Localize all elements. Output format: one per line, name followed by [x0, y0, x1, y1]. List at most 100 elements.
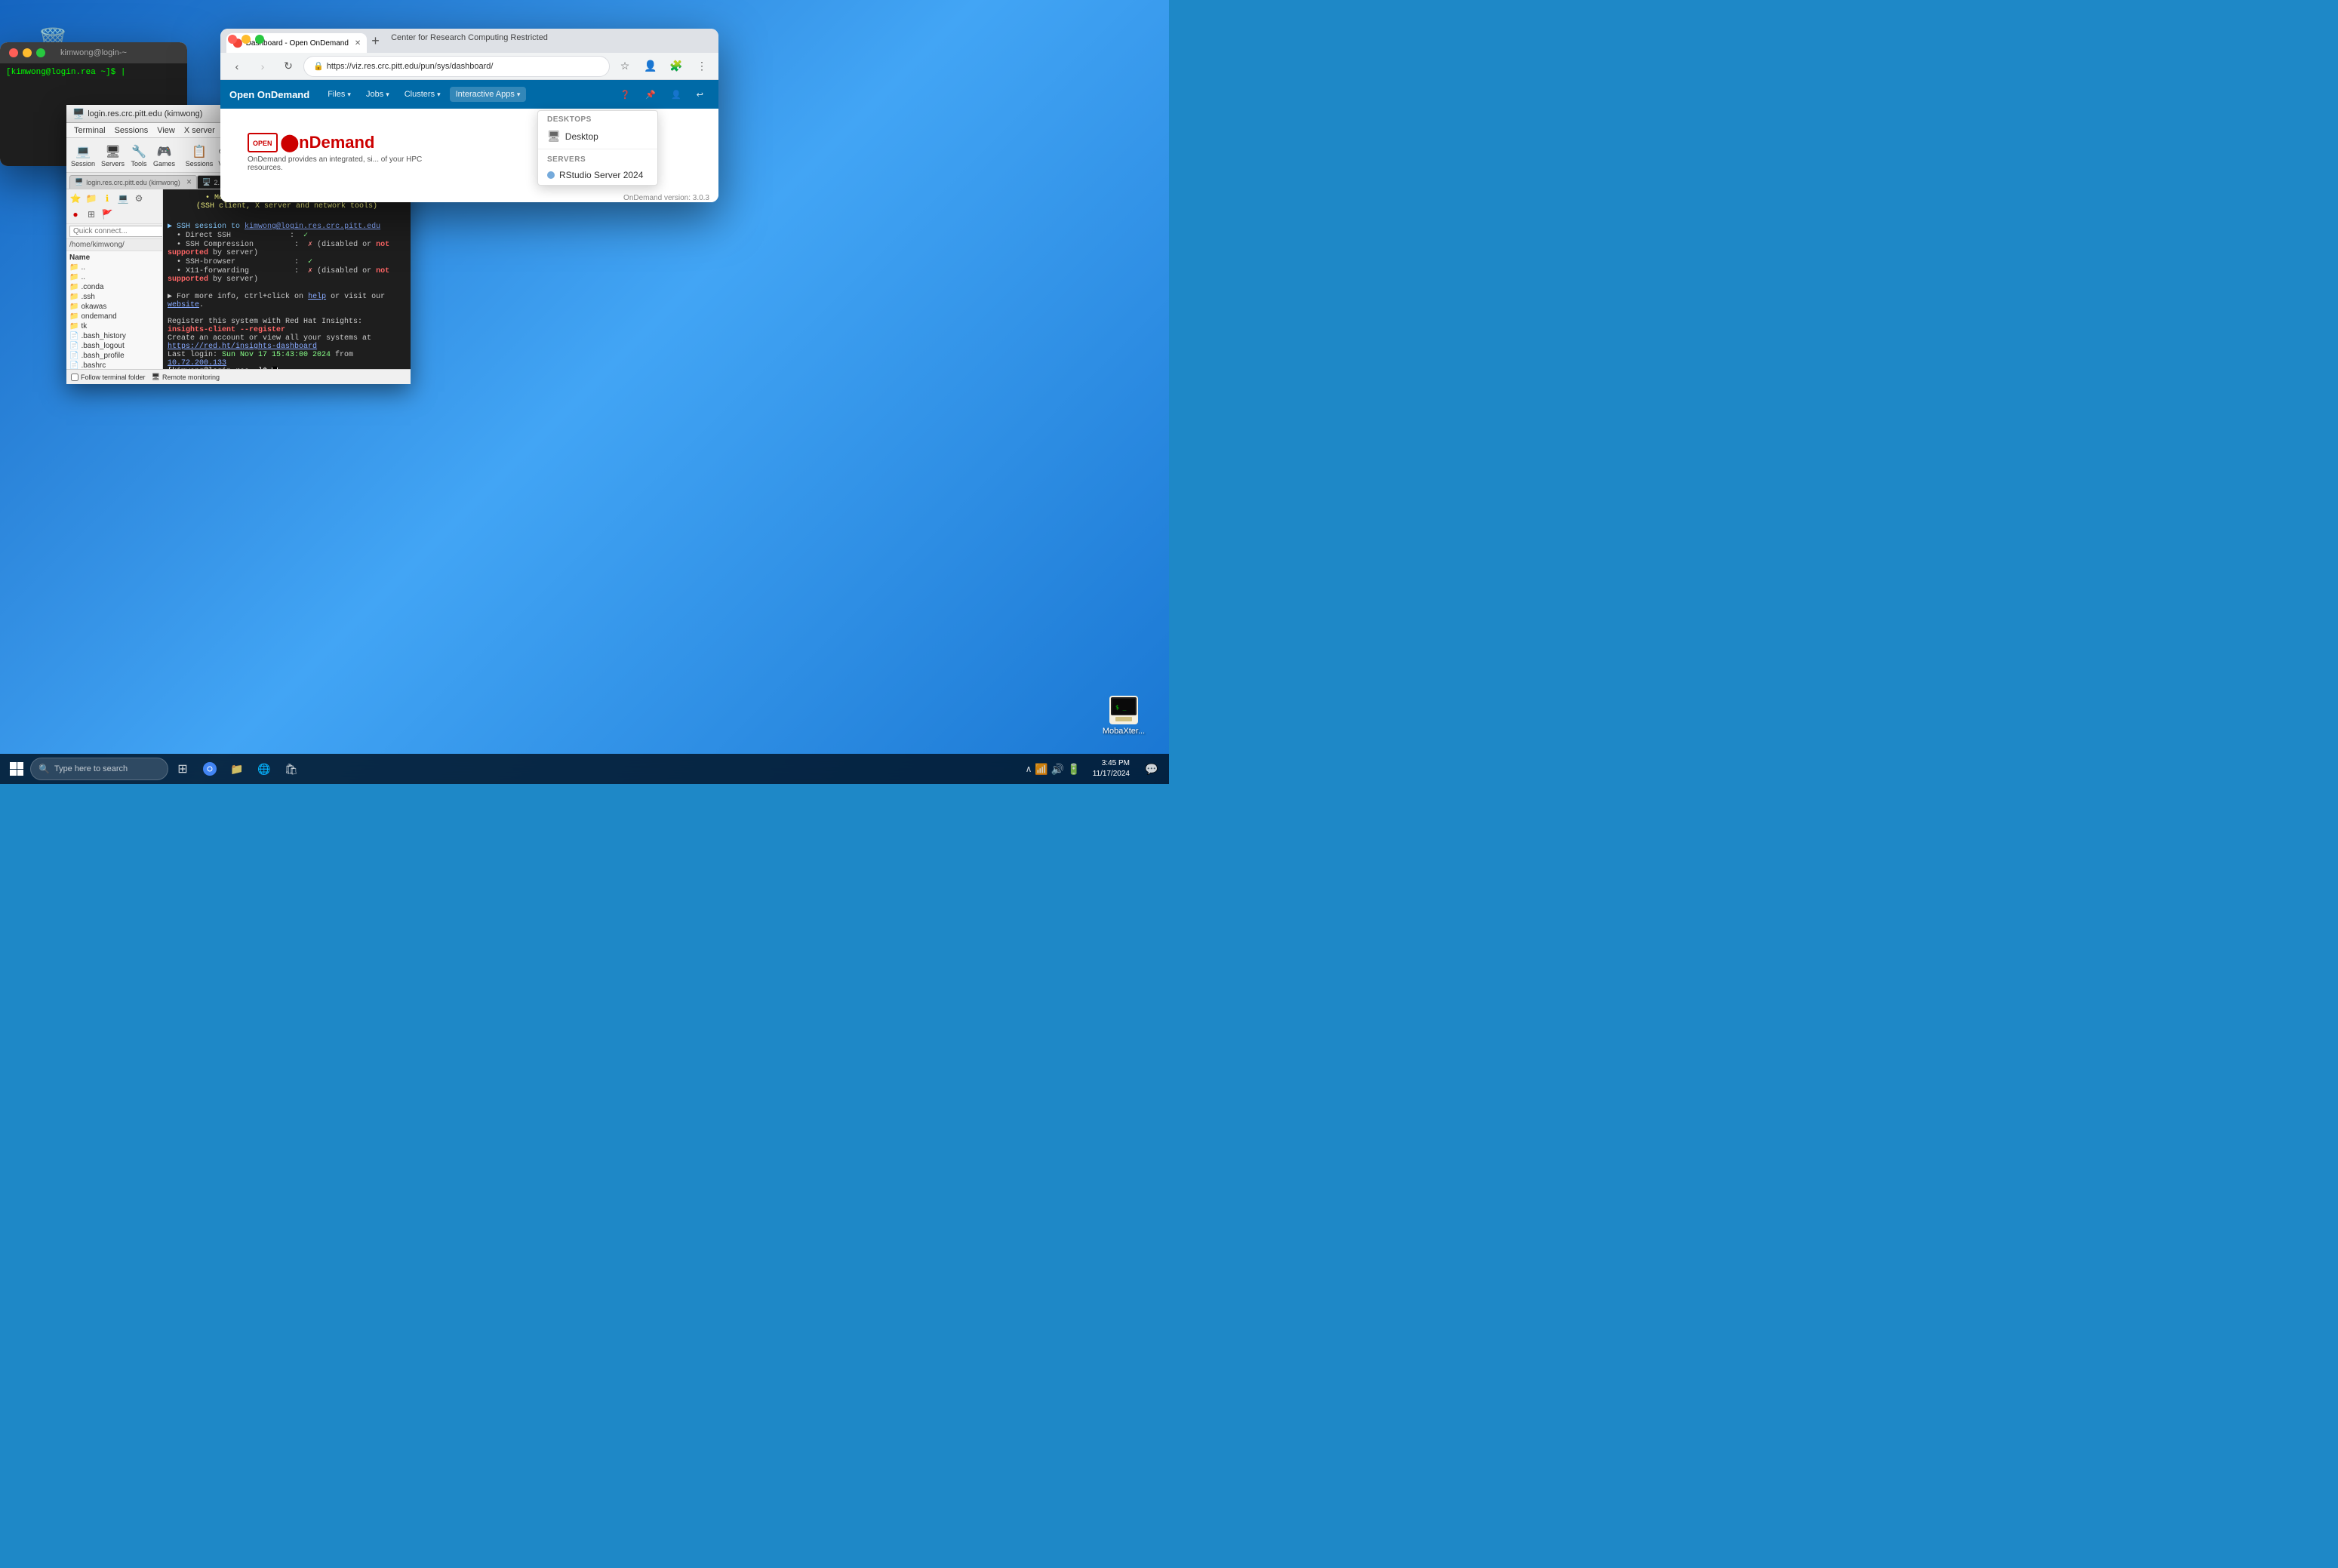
notification-btn[interactable]: 💬 [1139, 756, 1164, 782]
nav-gear-icon[interactable]: ⚙ [131, 191, 146, 206]
forward-btn[interactable]: › [252, 56, 273, 77]
toolbar-sessions[interactable]: 📋 Sessions [186, 142, 213, 169]
profile-icon[interactable]: 👤 [640, 56, 661, 77]
ood-logo-row: OPEN ⬤nDemand [248, 133, 374, 152]
bookmark-icon[interactable]: ☆ [614, 56, 635, 77]
remote-monitoring-label[interactable]: 🖥 Remote monitoring [152, 373, 220, 381]
remote-monitoring-text: Remote monitoring [162, 374, 220, 381]
terminal-small-buttons [9, 48, 45, 57]
nav-pin-btn[interactable]: 📌 [639, 87, 662, 103]
toolbar-session-label: Session [71, 160, 95, 168]
toolbar-games[interactable]: 🎮 Games [152, 142, 177, 169]
tree-item-conda[interactable]: 📁.conda [68, 282, 161, 292]
desktop-label: Desktop [565, 131, 598, 142]
taskbar-edge-btn[interactable]: 🌐 [251, 756, 277, 782]
terminal-x11: • X11-forwarding : ✗ (disabled or not su… [168, 266, 406, 284]
tree-item-cache[interactable]: 📁.. [68, 272, 161, 282]
menu-xserver[interactable]: X server [180, 123, 220, 137]
taskbar-clock[interactable]: 3:45 PM 11/17/2024 [1087, 758, 1136, 779]
taskbar-store-btn[interactable]: 🛍 [278, 756, 304, 782]
ood-logo-section: OPEN ⬤nDemand OnDemand provides an integ… [248, 133, 459, 172]
tree-item-ondemand[interactable]: 📁ondemand [68, 312, 161, 321]
follow-terminal-label[interactable]: Follow terminal folder [71, 374, 146, 381]
moba-tab-1[interactable]: 🖥️ login.res.crc.pitt.edu (kimwong) ✕ [69, 175, 197, 189]
more-icon[interactable]: ⋮ [691, 56, 712, 77]
toolbar-servers[interactable]: 🖥 Servers [100, 142, 126, 169]
terminal-direct-ssh: • Direct SSH : ✓ [168, 231, 406, 240]
nav-info-icon[interactable]: ℹ [100, 191, 115, 206]
nav-star-icon[interactable]: ⭐ [68, 191, 83, 206]
refresh-btn[interactable]: ↻ [278, 56, 299, 77]
nav-terminal-icon[interactable]: 💻 [115, 191, 131, 206]
back-btn[interactable]: ‹ [226, 56, 248, 77]
taskbar-chrome-btn[interactable] [197, 756, 223, 782]
moba-file-tree[interactable]: Name 📁.. 📁.. 📁.conda 📁.ssh [66, 251, 162, 369]
menu-view[interactable]: View [152, 123, 180, 137]
menu-terminal[interactable]: Terminal [69, 123, 110, 137]
interactive-apps-arrow: ▾ [517, 91, 521, 99]
sidebar-nav-icons: ⭐ 📁 ℹ 💻 ⚙ ● ⊞ 🚩 [66, 189, 162, 224]
tree-item-bash-logout[interactable]: 📄.bash_logout [68, 341, 161, 351]
nav-grid-icon[interactable]: ⊞ [84, 207, 99, 222]
start-button[interactable] [5, 757, 29, 781]
address-bar[interactable]: 🔒 https://viz.res.crc.pitt.edu/pun/sys/d… [303, 56, 610, 77]
nav-jobs[interactable]: Jobs ▾ [360, 87, 395, 102]
chevron-up-icon[interactable]: ∧ [1026, 764, 1032, 774]
nav-folder-icon[interactable]: 📁 [84, 191, 99, 206]
mobaxterm-desktop-icon[interactable]: $ _ MobaXter... [1094, 692, 1154, 739]
task-view-btn[interactable]: ⊞ [170, 756, 195, 782]
tree-item-okawas[interactable]: 📁okawas [68, 302, 161, 312]
tree-item-tk[interactable]: 📁tk [68, 321, 161, 331]
browser-maximize-btn[interactable] [255, 35, 264, 44]
moba-terminal[interactable]: • MobaXterm Personal Edition v24.3 • (SS… [163, 189, 411, 369]
moba-home-path: /home/kimwong/ [66, 239, 162, 251]
taskbar-files-btn[interactable]: 📁 [224, 756, 250, 782]
servers-icon: 🖥 [105, 143, 122, 160]
tab-1-favicon: 🖥️ [75, 178, 83, 186]
volume-icon: 🔊 [1051, 763, 1064, 776]
extension-icon[interactable]: 🧩 [666, 56, 687, 77]
wifi-icon: 📶 [1035, 763, 1047, 776]
taskbar: 🔍 Type here to search ⊞ 📁 🌐 🛍 ∧ [0, 754, 1169, 784]
servers-section-label: Servers [538, 151, 657, 165]
nav-clusters[interactable]: Clusters ▾ [398, 87, 447, 102]
tree-item-bashrc[interactable]: 📄.bashrc [68, 361, 161, 369]
toolbar-sessions-label: Sessions [186, 160, 214, 168]
toolbar-session[interactable]: 💻 Session [69, 142, 97, 169]
browser-window-title: Center for Research Computing Restricted [391, 33, 548, 42]
tab-close-icon[interactable]: ✕ [355, 39, 361, 48]
nav-red-dot-icon[interactable]: ● [68, 207, 83, 222]
tree-item-bash-profile[interactable]: 📄.bash_profile [68, 351, 161, 361]
terminal-minimize-btn[interactable] [23, 48, 32, 57]
browser-minimize-btn[interactable] [241, 35, 251, 44]
quick-connect-input[interactable] [69, 226, 163, 237]
browser-close-btn[interactable] [228, 35, 237, 44]
follow-terminal-checkbox[interactable] [71, 374, 78, 381]
terminal-maximize-btn[interactable] [36, 48, 45, 57]
nav-logout-btn[interactable]: ↩ [691, 87, 709, 103]
tree-item-ssh[interactable]: 📁.ssh [68, 292, 161, 302]
nav-files[interactable]: Files ▾ [321, 87, 357, 102]
ood-open-text: OPEN [253, 140, 272, 147]
terminal-close-btn[interactable] [9, 48, 18, 57]
ood-open-badge: OPEN [248, 133, 278, 152]
taskbar-time: 3:45 PM [1093, 758, 1130, 769]
tree-item-bash-history[interactable]: 📄.bash_history [68, 331, 161, 341]
tree-item-parent[interactable]: 📁.. [68, 263, 161, 272]
menu-sessions[interactable]: Sessions [110, 123, 153, 137]
nav-interactive-apps[interactable]: Interactive Apps ▾ [450, 87, 527, 102]
edge-icon: 🌐 [257, 763, 270, 776]
taskbar-search[interactable]: 🔍 Type here to search [30, 758, 168, 780]
dropdown-rstudio[interactable]: RStudio Server 2024 [538, 165, 657, 185]
nav-user-btn[interactable]: 👤 [665, 87, 688, 103]
nav-help-btn[interactable]: ❓ [614, 87, 637, 103]
moba-desktop-image: $ _ [1109, 695, 1139, 725]
terminal-info: ▶ For more info, ctrl+click on help or v… [168, 292, 406, 309]
nav-flag-icon[interactable]: 🚩 [100, 207, 115, 222]
dropdown-desktop[interactable]: 🖥 Desktop [538, 125, 657, 147]
browser-controls: ‹ › ↻ 🔒 https://viz.res.crc.pitt.edu/pun… [220, 53, 718, 80]
tab-1-close[interactable]: ✕ [186, 178, 192, 186]
toolbar-tools[interactable]: 🔧 Tools [129, 142, 149, 169]
new-tab-btn[interactable]: + [367, 33, 384, 49]
toolbar-games-label: Games [153, 160, 175, 168]
